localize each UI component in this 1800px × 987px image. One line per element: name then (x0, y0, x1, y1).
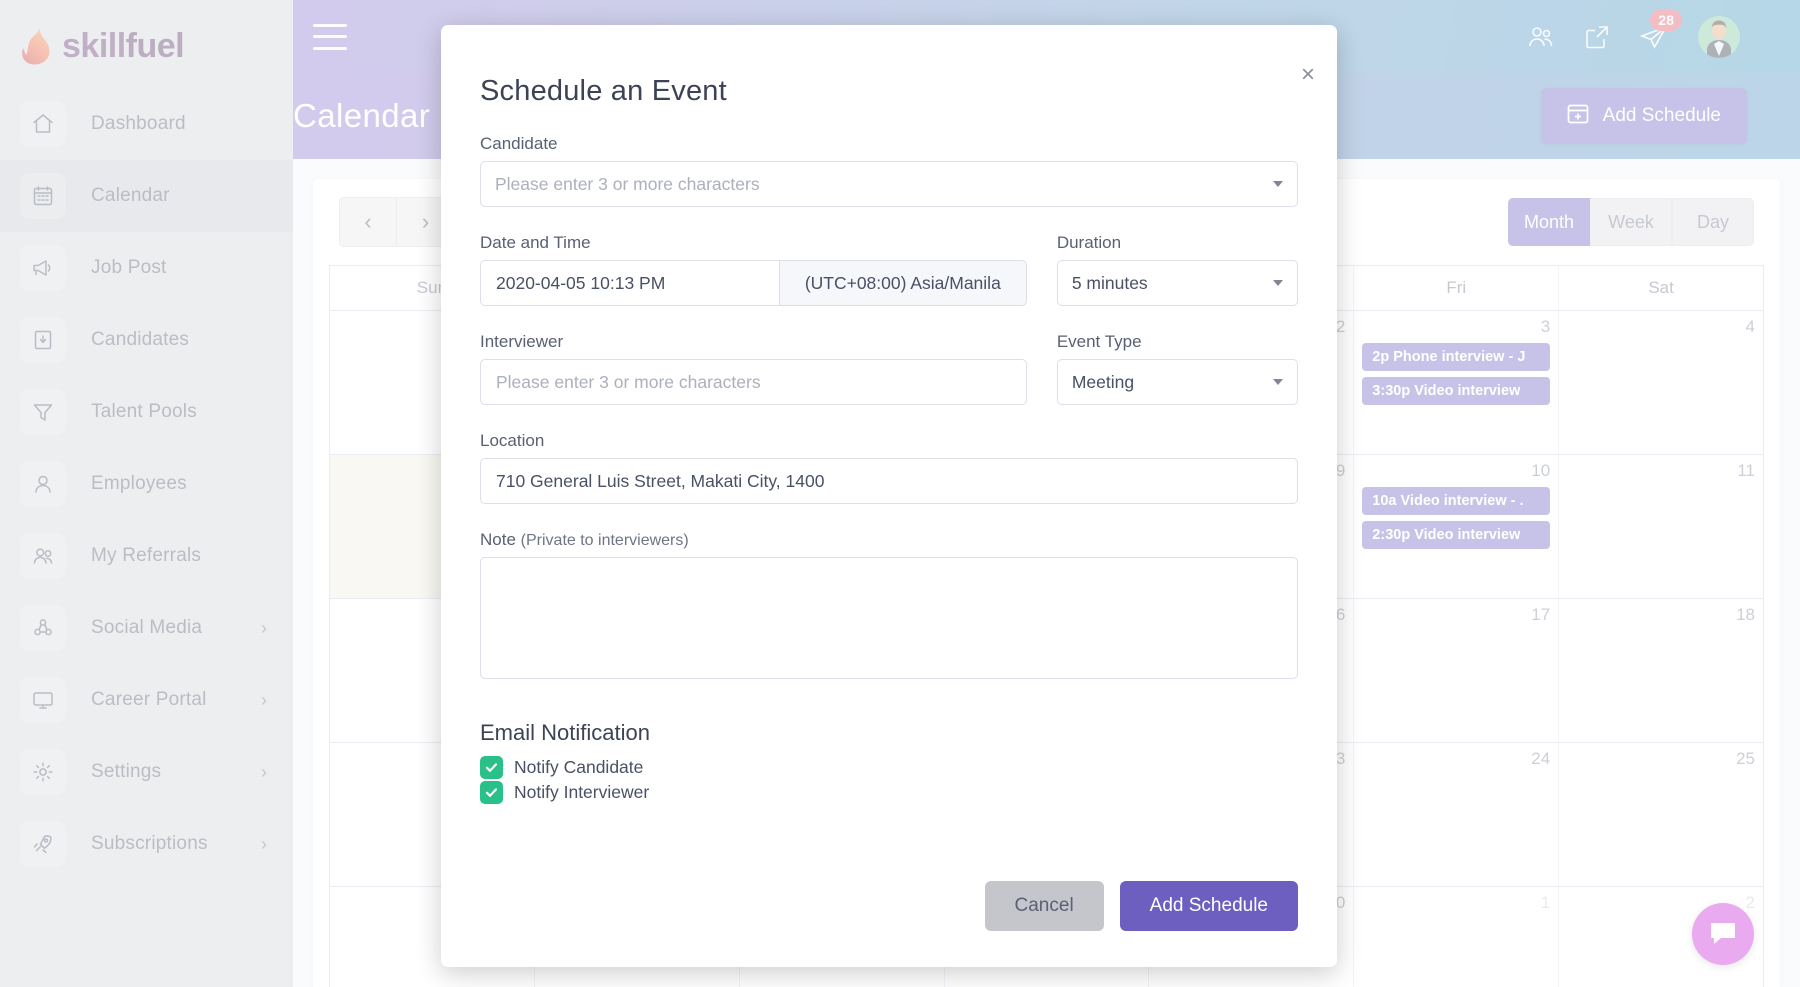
interviewer-eventtype-row: Interviewer Event Type Meeting (480, 332, 1298, 405)
modal-body: Candidate Please enter 3 or more charact… (441, 108, 1337, 881)
note-textarea[interactable] (480, 557, 1298, 679)
note-label-text: Note (480, 530, 516, 549)
datetime-duration-row: Date and Time (UTC+08:00) Asia/Manila Du… (480, 233, 1298, 306)
email-notification-options: Notify Candidate Notify Interviewer (480, 756, 1298, 804)
candidate-selected-value: Please enter 3 or more characters (495, 173, 760, 194)
duration-selected-value: 5 minutes (1071, 272, 1148, 293)
duration-field-group: Duration 5 minutes (1056, 233, 1298, 306)
chevron-down-icon (1273, 181, 1283, 187)
close-icon[interactable]: × (1301, 63, 1315, 87)
email-notification-label: Notify Candidate (514, 757, 644, 777)
eventtype-field-group: Event Type Meeting (1056, 332, 1298, 405)
location-input[interactable] (480, 458, 1298, 504)
datetime-input[interactable] (480, 260, 779, 306)
candidate-field-group: Candidate Please enter 3 or more charact… (480, 134, 1298, 207)
add-schedule-submit-button[interactable]: Add Schedule (1119, 881, 1298, 931)
datetime-label: Date and Time (480, 233, 591, 252)
datetime-input-wrap: (UTC+08:00) Asia/Manila (480, 260, 1027, 306)
note-field-group: Note (Private to interviewers) (480, 530, 1298, 684)
eventtype-selected-value: Meeting (1071, 371, 1135, 392)
schedule-event-modal: × Schedule an Event Candidate Please ent… (441, 25, 1337, 967)
interviewer-field-group: Interviewer (480, 332, 1027, 405)
app-root: skillfuel DashboardCalendarJob PostCandi… (0, 0, 1800, 987)
checkbox-checked-icon[interactable] (480, 781, 503, 804)
modal-title: Schedule an Event (480, 75, 727, 107)
chevron-down-icon (1273, 379, 1283, 385)
interviewer-input[interactable] (480, 359, 1027, 405)
timezone-display: (UTC+08:00) Asia/Manila (778, 260, 1027, 306)
datetime-field-group: Date and Time (UTC+08:00) Asia/Manila (480, 233, 1027, 306)
email-notification-option[interactable]: Notify Interviewer (480, 781, 1298, 804)
modal-footer: Cancel Add Schedule (441, 881, 1337, 967)
duration-label: Duration (1056, 233, 1122, 252)
note-label-sub: (Private to interviewers) (520, 532, 689, 549)
email-notification-title: Email Notification (480, 720, 650, 745)
eventtype-select[interactable]: Meeting (1056, 359, 1298, 405)
eventtype-label: Event Type (1056, 332, 1142, 351)
location-field-group: Location (480, 431, 1298, 504)
interviewer-label: Interviewer (480, 332, 564, 351)
email-notification-label: Notify Interviewer (514, 782, 650, 802)
duration-select[interactable]: 5 minutes (1056, 260, 1298, 306)
email-notification-option[interactable]: Notify Candidate (480, 756, 1298, 779)
location-label: Location (480, 431, 545, 450)
candidate-select[interactable]: Please enter 3 or more characters (480, 161, 1298, 207)
chevron-down-icon (1273, 280, 1283, 286)
candidate-label: Candidate (480, 134, 558, 153)
note-label: Note (Private to interviewers) (480, 530, 1298, 550)
checkbox-checked-icon[interactable] (480, 756, 503, 779)
cancel-button[interactable]: Cancel (984, 881, 1104, 931)
